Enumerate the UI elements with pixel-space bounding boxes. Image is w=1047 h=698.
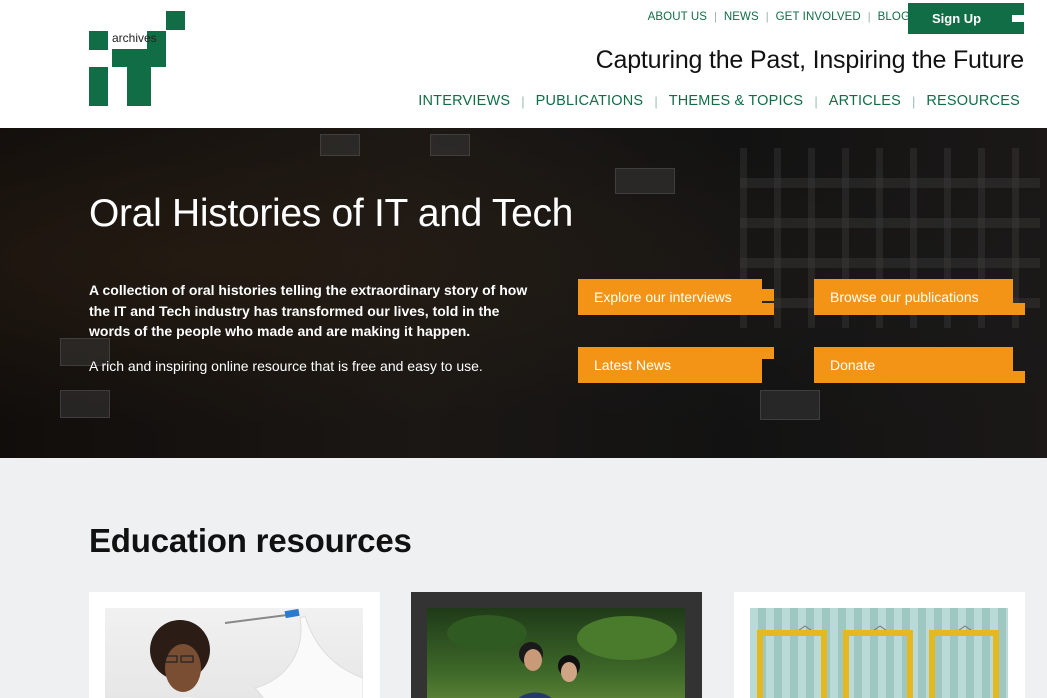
sign-up-button[interactable]: Sign Up — [908, 3, 1024, 34]
button-pixel — [762, 347, 774, 359]
button-pixel — [1013, 303, 1025, 315]
button-pixel — [1012, 3, 1024, 15]
top-nav-about[interactable]: ABOUT US — [648, 11, 707, 23]
browse-publications-button[interactable]: Browse our publications — [814, 279, 1025, 315]
donate-button[interactable]: Donate — [814, 347, 1025, 383]
button-pixel — [762, 303, 774, 315]
top-nav-get-involved[interactable]: GET INVOLVED — [776, 11, 861, 23]
logo-t-bar — [112, 49, 166, 67]
main-nav: INTERVIEWS | PUBLICATIONS | THEMES & TOP… — [418, 93, 1020, 109]
hero-lead-text: A collection of oral histories telling t… — [89, 282, 528, 339]
nav-articles[interactable]: ARTICLES — [829, 93, 901, 109]
nav-divider: | — [867, 11, 871, 23]
nav-divider: | — [765, 11, 769, 23]
hero-banner: Oral Histories of IT and Tech A collecti… — [0, 128, 1047, 458]
hero-title: Oral Histories of IT and Tech — [89, 192, 574, 235]
logo-t-stem — [127, 67, 151, 106]
button-label: Donate — [830, 357, 876, 373]
sign-up-label: Sign Up — [932, 11, 982, 26]
button-label: Latest News — [594, 357, 672, 373]
button-label: Explore our interviews — [594, 289, 732, 305]
hero-sub-text: A rich and inspiring online resource tha… — [89, 358, 483, 374]
card-image-teacher — [105, 608, 363, 698]
logo-pixel — [166, 11, 185, 30]
education-card-students[interactable] — [411, 592, 702, 698]
nav-divider: | — [654, 93, 658, 109]
button-pixel — [762, 289, 774, 301]
nav-resources[interactable]: RESOURCES — [926, 93, 1020, 109]
logo-i-stem — [89, 67, 108, 106]
top-nav-news[interactable]: NEWS — [724, 11, 759, 23]
latest-news-button[interactable]: Latest News — [578, 347, 774, 383]
nav-publications[interactable]: PUBLICATIONS — [536, 93, 644, 109]
nav-divider: | — [911, 93, 916, 109]
education-section-title: Education resources — [89, 522, 412, 559]
students-illustration — [447, 615, 677, 698]
top-nav: ABOUT US | NEWS | GET INVOLVED | BLOG — [648, 11, 910, 23]
nav-divider: | — [814, 93, 818, 109]
site-logo[interactable]: archives — [89, 11, 189, 111]
button-label: Browse our publications — [830, 289, 979, 305]
logo-word: archives — [112, 31, 157, 45]
button-pixel — [1012, 22, 1024, 34]
card-image-students — [427, 608, 685, 698]
site-header: archives ABOUT US | NEWS | GET INVOLVED … — [0, 0, 1047, 128]
button-pixel — [1013, 371, 1025, 383]
top-nav-blog[interactable]: BLOG — [878, 11, 910, 23]
site-tagline: Capturing the Past, Inspiring the Future — [595, 46, 1025, 74]
education-card-frames[interactable] — [734, 592, 1025, 698]
explore-interviews-button[interactable]: Explore our interviews — [578, 279, 774, 315]
nav-themes-topics[interactable]: THEMES & TOPICS — [669, 93, 804, 109]
nav-divider: | — [521, 93, 525, 109]
card-image-frames — [750, 608, 1008, 698]
nav-divider: | — [714, 11, 717, 23]
frames-illustration — [757, 625, 999, 698]
teacher-illustration — [150, 608, 363, 698]
education-card-teacher[interactable] — [89, 592, 380, 698]
nav-interviews[interactable]: INTERVIEWS — [418, 93, 510, 109]
logo-pixel — [89, 31, 108, 50]
